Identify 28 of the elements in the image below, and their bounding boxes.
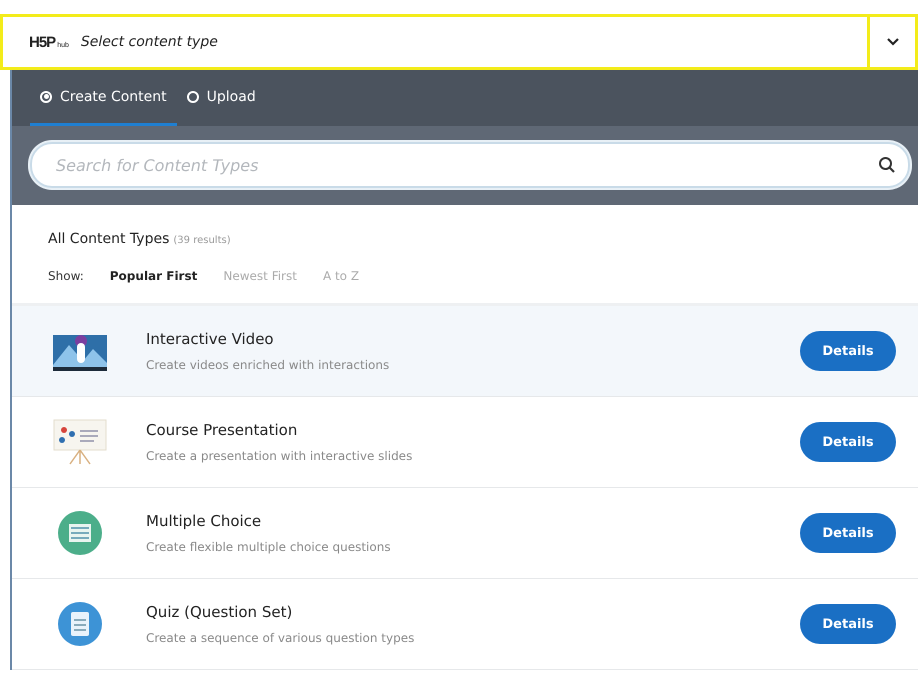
radio-icon (186, 90, 199, 102)
list-icon (58, 511, 102, 555)
result-count: (39 results) (173, 235, 231, 246)
presentation-board-icon (52, 418, 108, 466)
details-button[interactable]: Details (800, 604, 896, 644)
content-type-title: Course Presentation (146, 421, 298, 439)
search-icon (878, 156, 896, 174)
details-button[interactable]: Details (800, 513, 896, 553)
document-icon (58, 602, 102, 646)
radio-icon (40, 90, 52, 102)
content-type-title: Quiz (Question Set) (146, 603, 294, 621)
selector-title: Select content type (80, 34, 218, 50)
show-label: Show: (48, 269, 84, 283)
content-type-description: Create a presentation with interactive slides (146, 449, 414, 463)
search-bar[interactable]: Search for Content Types (30, 142, 910, 188)
tab[interactable]: Upload (176, 70, 266, 126)
collapse-button[interactable] (870, 14, 918, 70)
content-type-description: Create a sequence of various question types (146, 631, 416, 645)
sort-option[interactable]: Popular First (110, 269, 198, 283)
content-type-title: Multiple Choice (146, 512, 262, 530)
section-title: All Content Types (48, 231, 170, 247)
details-button[interactable]: Details (800, 422, 896, 462)
content-type-description: Create videos enriched with interactions (146, 358, 390, 372)
content-type-description: Create flexible multiple choice questions (146, 540, 392, 554)
content-type-row[interactable]: Interactive Video Create videos enriched with interactions Details (12, 306, 918, 397)
details-button[interactable]: Details (800, 331, 896, 371)
content-type-title: Interactive Video (146, 330, 275, 348)
chevron-down-icon (886, 38, 898, 46)
